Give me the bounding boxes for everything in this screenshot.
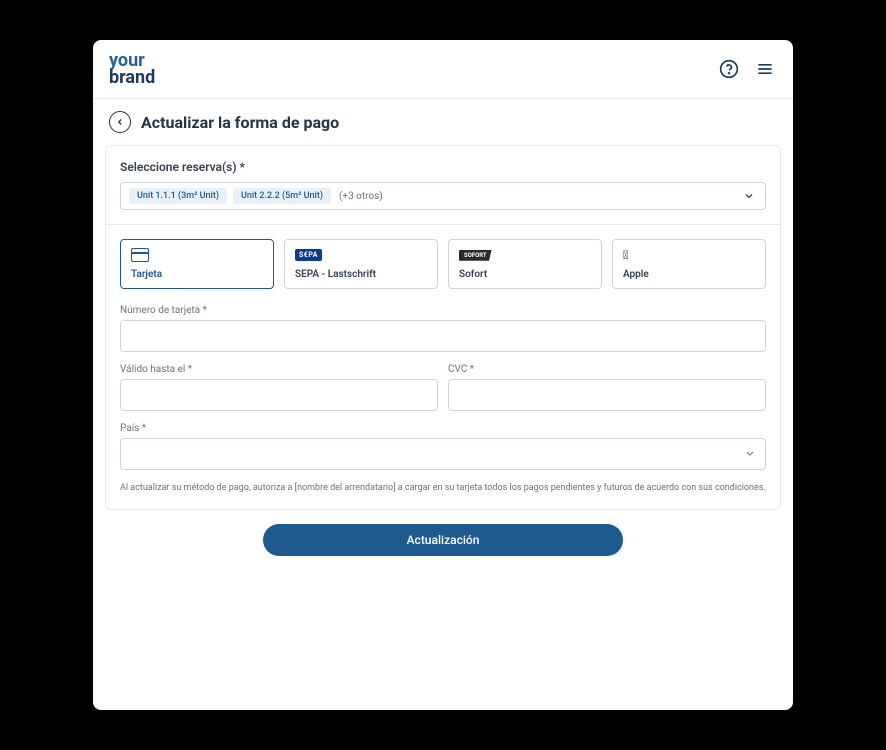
card-number-label: Número de tarjeta * <box>120 305 766 316</box>
expiry-field: Válido hasta el * <box>120 364 438 411</box>
brand-line2: brand <box>109 69 155 86</box>
brand-logo: your brand <box>109 52 155 86</box>
payment-method-label: Sofort <box>459 269 591 280</box>
page-title: Actualizar la forma de pago <box>141 113 339 132</box>
expiry-input[interactable] <box>120 379 438 411</box>
back-button[interactable] <box>109 111 131 133</box>
payment-method-label: Apple <box>623 269 755 280</box>
sofort-icon: SOFORT <box>459 248 591 262</box>
expiry-cvc-row: Válido hasta el * CVC * <box>120 364 766 411</box>
payment-method-sofort[interactable]: SOFORT Sofort <box>448 239 602 289</box>
card-number-field: Número de tarjeta * <box>120 305 766 352</box>
bottom-space <box>93 580 793 710</box>
bookings-selector[interactable]: Unit 1.1.1 (3m² Unit) Unit 2.2.2 (5m² Un… <box>120 182 766 210</box>
app-window: your brand <box>93 40 793 710</box>
country-field: País * <box>120 423 766 470</box>
cvc-label: CVC * <box>448 364 766 375</box>
title-bar: Actualizar la forma de pago <box>93 99 793 145</box>
disclaimer-text: Al actualizar su método de pago, autoriz… <box>120 482 766 495</box>
expiry-label: Válido hasta el * <box>120 364 438 375</box>
chevron-down-icon <box>743 187 755 206</box>
card-icon <box>131 248 263 262</box>
payment-method-card[interactable]: Tarjeta <box>120 239 274 289</box>
sepa-icon: S€PA <box>295 248 427 262</box>
apple-icon:  <box>623 248 755 262</box>
submit-button[interactable]: Actualización <box>263 524 623 556</box>
card-number-input[interactable] <box>120 320 766 352</box>
country-select[interactable] <box>120 438 766 470</box>
cvc-field: CVC * <box>448 364 766 411</box>
divider <box>106 224 780 225</box>
top-header: your brand <box>93 40 793 99</box>
country-label: País * <box>120 423 766 434</box>
booking-chip[interactable]: Unit 2.2.2 (5m² Unit) <box>233 188 331 204</box>
payment-method-sepa[interactable]: S€PA SEPA - Lastschrift <box>284 239 438 289</box>
payment-method-label: SEPA - Lastschrift <box>295 269 427 280</box>
cvc-input[interactable] <box>448 379 766 411</box>
bookings-label: Seleccione reserva(s) * <box>120 160 766 174</box>
payment-method-label: Tarjeta <box>131 269 263 280</box>
payment-methods: Tarjeta S€PA SEPA - Lastschrift SOFORT S… <box>120 239 766 289</box>
bookings-more: (+3 otros) <box>339 191 383 202</box>
submit-wrap: Actualización <box>93 524 793 580</box>
booking-chip[interactable]: Unit 1.1.1 (3m² Unit) <box>129 188 227 204</box>
payment-method-apple[interactable]:  Apple <box>612 239 766 289</box>
help-icon[interactable] <box>717 57 741 81</box>
header-icons <box>717 57 777 81</box>
payment-card: Seleccione reserva(s) * Unit 1.1.1 (3m² … <box>105 145 781 510</box>
hamburger-menu-icon[interactable] <box>753 57 777 81</box>
